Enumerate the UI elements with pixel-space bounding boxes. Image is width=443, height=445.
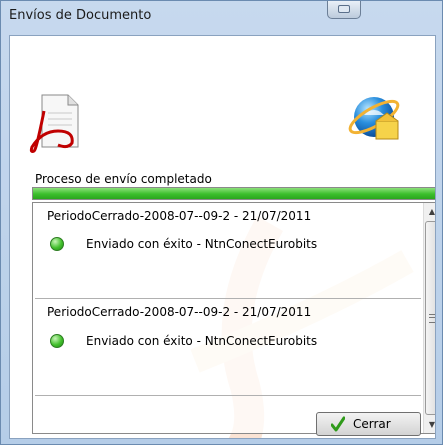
internet-explorer-icon xyxy=(348,97,400,140)
send-log-list[interactable]: PeriodoCerrado-2008-07--09-2 - 21/07/201… xyxy=(32,202,435,434)
scrollbar-thumb[interactable] xyxy=(425,221,435,415)
dialog-window: Envíos de Documento Proceso de envío com… xyxy=(0,0,443,445)
entry-separator xyxy=(35,298,421,299)
log-entries: PeriodoCerrado-2008-07--09-2 - 21/07/201… xyxy=(33,203,423,433)
entry-status: Enviado con éxito - NtnConectEurobits xyxy=(86,237,318,251)
status-label: Proceso de envío completado xyxy=(35,172,212,186)
entry-title: PeriodoCerrado-2008-07--09-2 - 21/07/201… xyxy=(47,305,312,319)
window-icon xyxy=(338,5,350,13)
pdf-document-icon xyxy=(29,94,79,153)
vertical-scrollbar[interactable]: ▲ ▼ xyxy=(423,203,435,433)
scrollbar-grip-icon xyxy=(429,314,435,323)
entry-title: PeriodoCerrado-2008-07--09-2 - 21/07/201… xyxy=(47,209,312,223)
progress-fill xyxy=(33,188,435,199)
title-bar[interactable]: Envíos de Documento xyxy=(1,1,443,35)
entry-status: Enviado con éxito - NtnConectEurobits xyxy=(86,334,318,348)
close-button[interactable]: Cerrar xyxy=(316,412,421,436)
progress-bar xyxy=(32,187,435,200)
success-status-icon xyxy=(50,334,64,348)
system-menu-button[interactable] xyxy=(327,1,361,19)
window-title: Envíos de Documento xyxy=(9,8,152,23)
entry-separator xyxy=(35,395,421,396)
success-status-icon xyxy=(50,237,64,251)
dialog-body: Proceso de envío completado PeriodoCerra… xyxy=(9,35,436,439)
checkmark-icon xyxy=(331,416,345,432)
scroll-up-arrow-icon[interactable]: ▲ xyxy=(424,203,435,220)
scroll-down-arrow-icon[interactable]: ▼ xyxy=(424,416,435,433)
close-button-label: Cerrar xyxy=(353,417,391,431)
